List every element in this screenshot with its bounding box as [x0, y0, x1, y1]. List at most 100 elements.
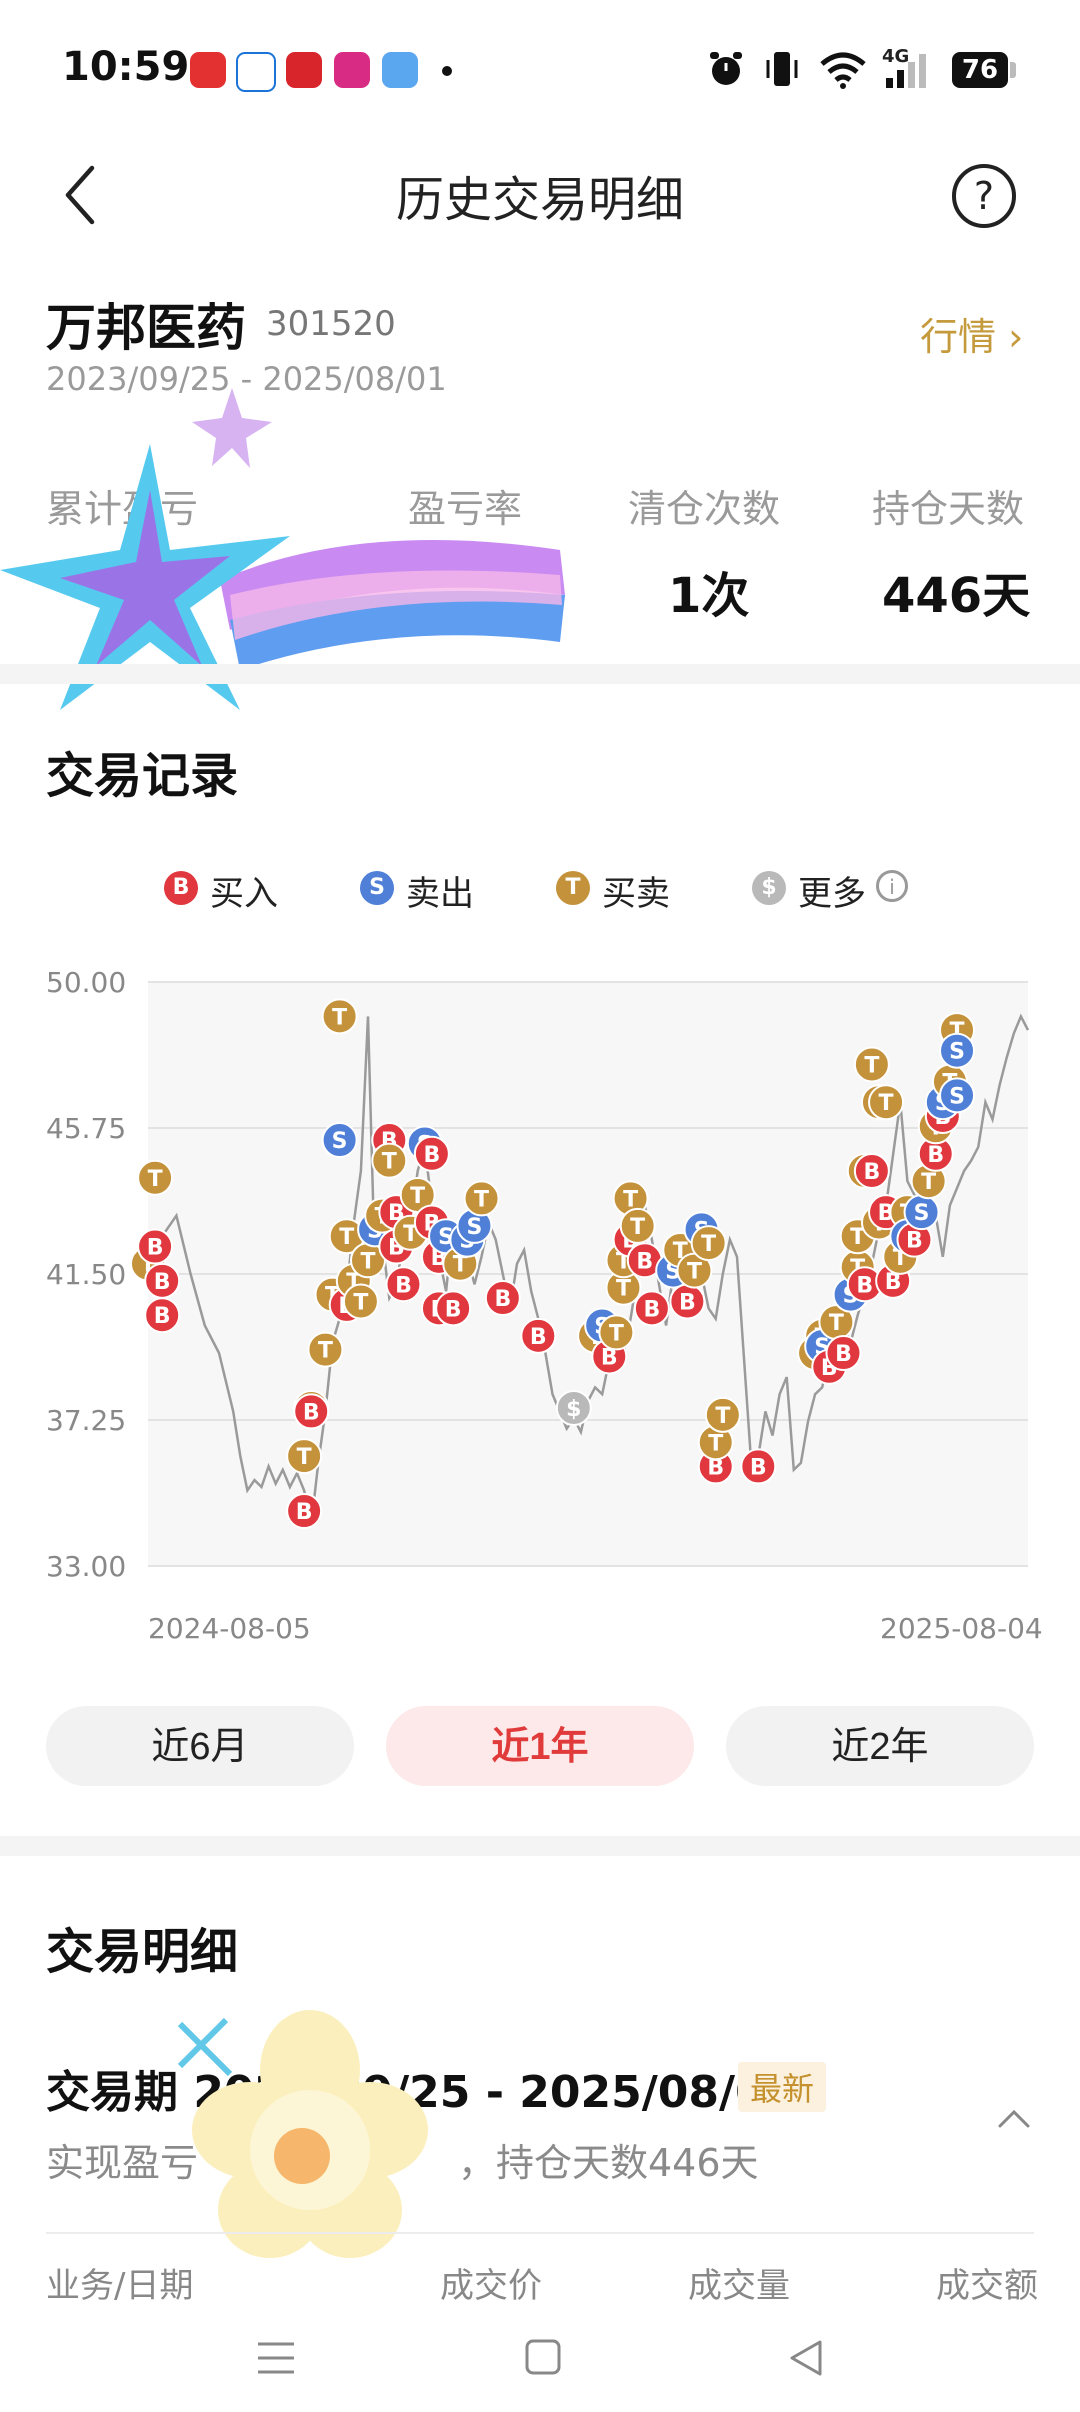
latest-badge: 最新	[738, 2062, 827, 2112]
stat-label-hold-days: 持仓天数	[872, 487, 1025, 531]
svg-text:T: T	[148, 1167, 163, 1192]
svg-text:T: T	[708, 1431, 723, 1456]
buy-marker[interactable]: B	[853, 1152, 890, 1189]
svg-text:B: B	[643, 1297, 660, 1322]
svg-text:B: B	[835, 1342, 852, 1367]
chevron-up-icon[interactable]	[996, 2100, 1032, 2136]
vibrate-icon	[766, 52, 798, 86]
buy-marker[interactable]: B	[669, 1283, 706, 1320]
svg-text:T: T	[609, 1321, 624, 1346]
alarm-icon	[710, 52, 742, 85]
battery-indicator: 76	[952, 52, 1008, 88]
svg-text:T: T	[829, 1311, 844, 1336]
stock-code: 301520	[266, 304, 396, 344]
svg-text:S: S	[332, 1129, 348, 1154]
svg-text:S: S	[949, 1040, 965, 1065]
trade-marker[interactable]: T	[307, 1331, 344, 1368]
buy-marker[interactable]: B	[137, 1228, 174, 1265]
legend-sell-label: 卖出	[406, 874, 474, 914]
svg-text:S: S	[914, 1201, 930, 1226]
svg-text:B: B	[530, 1325, 547, 1350]
svg-text:B: B	[927, 1143, 944, 1168]
back-nav-icon[interactable]	[786, 2338, 826, 2378]
trade-marker[interactable]: T	[598, 1314, 635, 1351]
buy-marker-icon: B	[164, 871, 198, 905]
svg-text:B: B	[863, 1160, 880, 1185]
svg-text:S: S	[467, 1215, 483, 1240]
buy-marker[interactable]: B	[825, 1335, 862, 1372]
flower-sticker	[177, 2010, 428, 2258]
buy-marker[interactable]: B	[385, 1266, 422, 1303]
shopping-heart-icon	[190, 52, 226, 88]
market-link[interactable]: 行情 ›	[920, 306, 1023, 361]
period-6m-button[interactable]: 近6月	[46, 1706, 354, 1786]
period-1y-button[interactable]: 近1年	[386, 1706, 694, 1786]
svg-text:B: B	[154, 1270, 171, 1295]
trade-marker[interactable]: T	[371, 1142, 408, 1179]
buy-marker[interactable]: B	[740, 1448, 777, 1485]
svg-text:T: T	[921, 1170, 936, 1195]
home-icon[interactable]	[524, 2338, 562, 2376]
sell-marker[interactable]: S	[903, 1194, 940, 1231]
battery-tip	[1010, 62, 1016, 78]
svg-text:T: T	[879, 1091, 894, 1116]
svg-text:B: B	[296, 1500, 313, 1525]
sell-marker[interactable]: S	[321, 1122, 358, 1159]
y-tick-label: 37.25	[46, 1404, 126, 1437]
svg-text:B: B	[154, 1304, 171, 1329]
legend-more-label[interactable]: 更多	[798, 866, 866, 915]
svg-text:T: T	[332, 1005, 347, 1030]
telecom-icon	[236, 52, 276, 92]
more-marker[interactable]: $	[555, 1389, 592, 1426]
weather-icon	[382, 52, 418, 88]
buy-marker[interactable]: B	[293, 1393, 330, 1430]
buy-marker[interactable]: B	[520, 1317, 557, 1354]
trade-marker[interactable]: T	[137, 1159, 174, 1196]
info-icon[interactable]: i	[876, 870, 908, 902]
question-circle-icon[interactable]: ?	[952, 164, 1016, 228]
trade-marker[interactable]: T	[286, 1438, 323, 1475]
stock-name: 万邦医药	[46, 299, 246, 357]
buy-marker[interactable]: B	[484, 1280, 521, 1317]
buy-marker[interactable]: B	[144, 1262, 181, 1299]
trade-marker[interactable]: T	[690, 1225, 727, 1262]
svg-text:B: B	[147, 1236, 164, 1261]
svg-text:T: T	[715, 1404, 730, 1429]
buy-marker[interactable]: B	[144, 1297, 181, 1334]
menu-icon[interactable]	[256, 2340, 296, 2376]
svg-text:T: T	[318, 1339, 333, 1364]
buy-marker[interactable]: B	[413, 1135, 450, 1172]
trade-marker[interactable]: T	[704, 1396, 741, 1433]
svg-text:T: T	[353, 1290, 368, 1315]
buy-marker[interactable]: B	[633, 1290, 670, 1327]
sell-marker[interactable]: S	[939, 1032, 976, 1069]
svg-text:T: T	[382, 1150, 397, 1175]
price-chart[interactable]: 50.0045.7541.5037.2533.00TTBBBTBTBTTSTTB…	[0, 940, 1080, 1660]
trade-marker[interactable]: T	[321, 998, 358, 1035]
stat-value-hold-days: 446天	[882, 568, 1031, 624]
section-divider	[0, 1836, 1080, 1856]
trade-marker[interactable]: T	[853, 1046, 890, 1083]
svg-text:$: $	[566, 1397, 581, 1422]
trade-marker[interactable]: T	[463, 1180, 500, 1217]
shooting-star-sticker	[0, 388, 565, 710]
section-divider	[0, 664, 1080, 684]
svg-text:B: B	[679, 1290, 696, 1315]
buy-marker[interactable]: B	[435, 1290, 472, 1327]
y-tick-label: 41.50	[46, 1258, 126, 1291]
y-tick-label: 50.00	[46, 966, 126, 999]
sell-marker[interactable]: S	[939, 1077, 976, 1114]
signal-icon	[886, 54, 926, 88]
legend-buy-label: 买入	[210, 874, 278, 914]
svg-text:T: T	[474, 1187, 489, 1212]
trade-marker[interactable]: T	[342, 1283, 379, 1320]
system-nav-bar	[0, 2300, 1080, 2412]
svg-text:B: B	[750, 1455, 767, 1480]
trade-marker[interactable]: T	[619, 1207, 656, 1244]
svg-text:B: B	[636, 1249, 653, 1274]
period-2y-button[interactable]: 近2年	[726, 1706, 1034, 1786]
trade-marker[interactable]: T	[868, 1084, 905, 1121]
svg-text:S: S	[949, 1084, 965, 1109]
buy-marker[interactable]: B	[286, 1493, 323, 1530]
svg-text:T: T	[630, 1215, 645, 1240]
